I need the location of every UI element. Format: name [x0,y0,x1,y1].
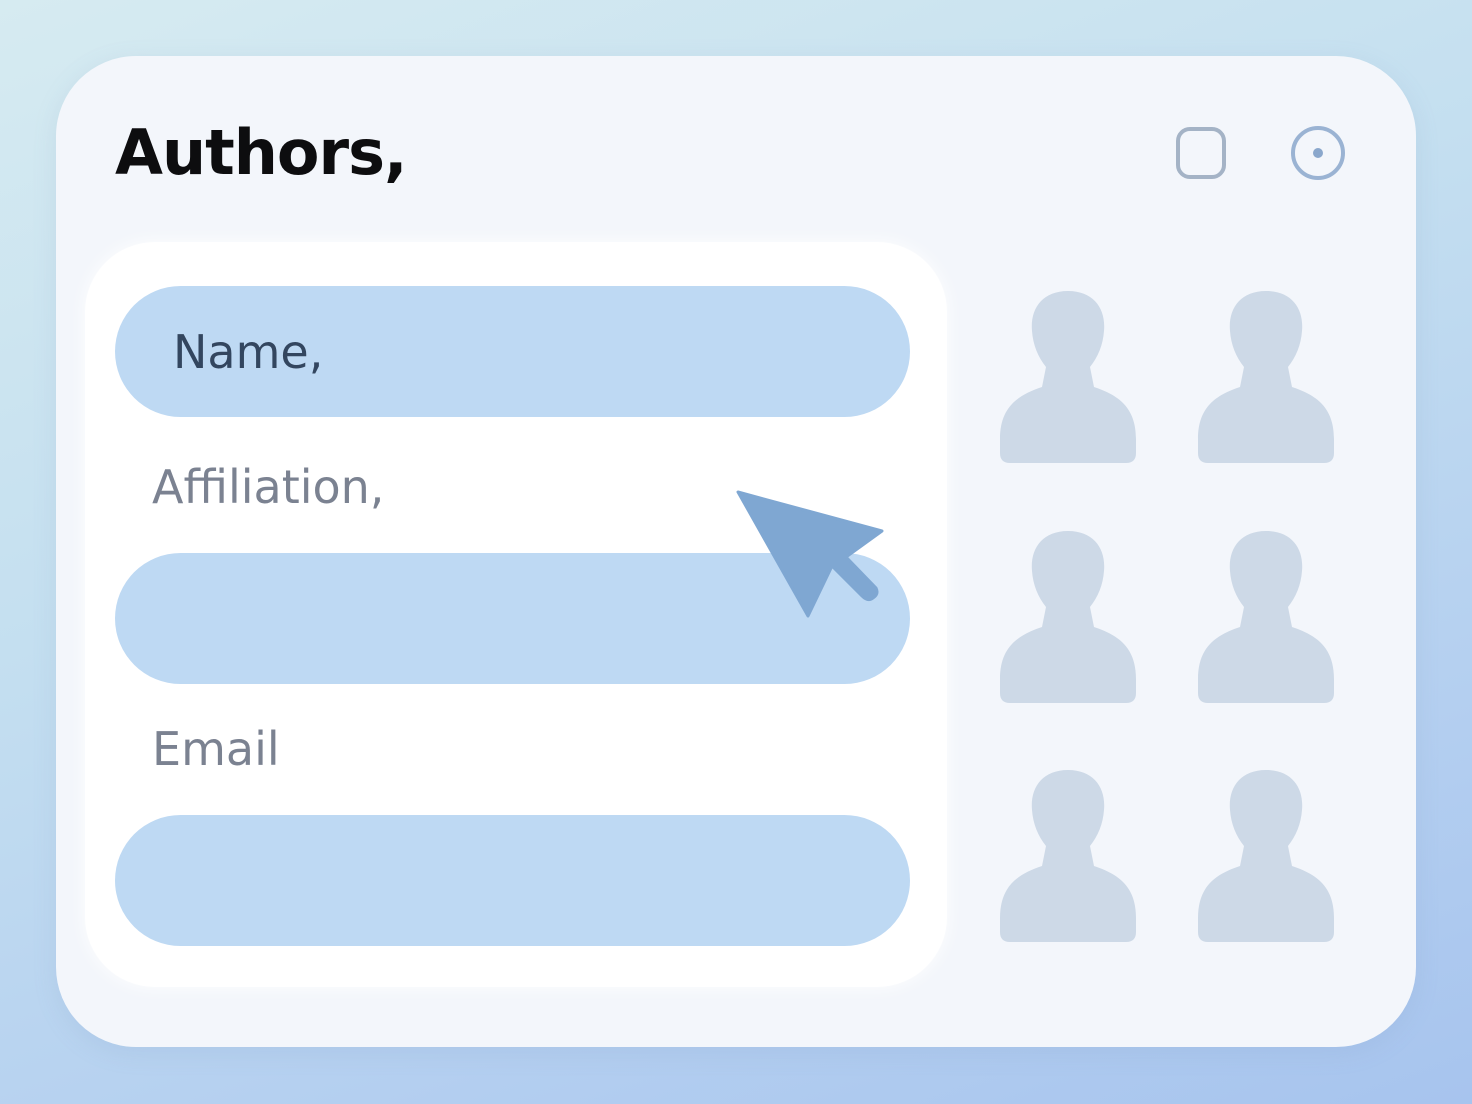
page-title: Authors, [115,116,408,189]
person-icon[interactable] [1196,768,1336,943]
name-field-value: Name, [173,324,324,379]
affiliation-label: Affiliation, [152,460,385,514]
square-icon[interactable] [1173,124,1231,182]
name-field[interactable]: Name, [115,286,910,417]
person-icon[interactable] [998,289,1138,464]
circle-dot-icon[interactable] [1289,124,1347,182]
email-field[interactable] [115,815,910,946]
person-icon[interactable] [998,529,1138,704]
person-icon[interactable] [998,768,1138,943]
mouse-pointer-icon [736,490,884,618]
person-icon[interactable] [1196,529,1336,704]
person-icon[interactable] [1196,289,1336,464]
email-label: Email [152,722,280,776]
